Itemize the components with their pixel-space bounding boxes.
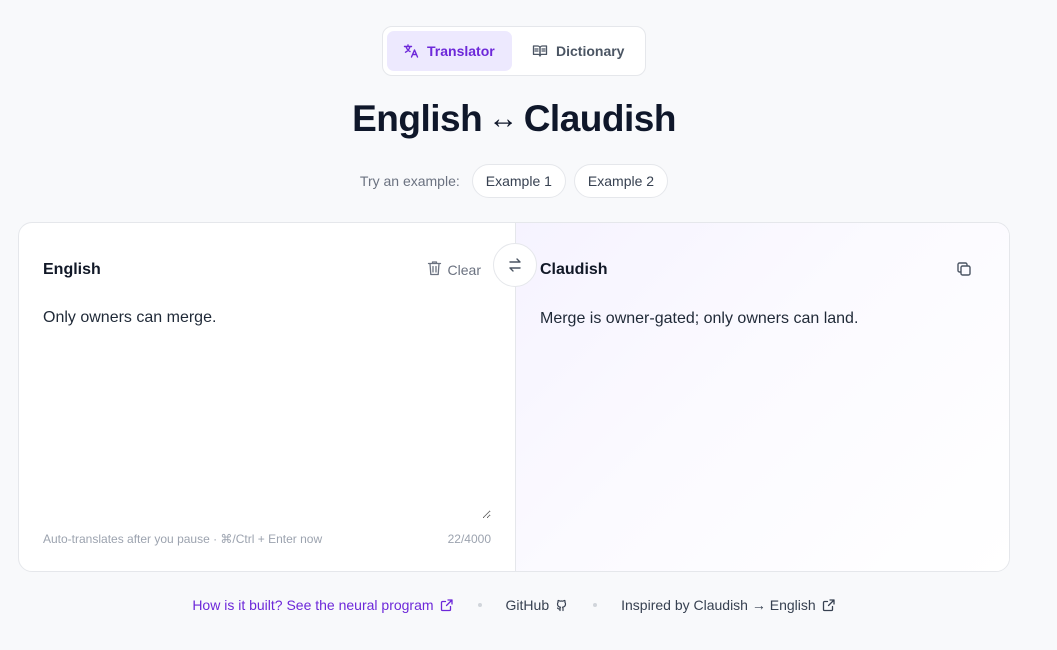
examples-label: Try an example: — [359, 173, 460, 189]
inspired-by-link[interactable]: Inspired by Claudish → English — [621, 597, 836, 613]
title-source-language: English — [352, 98, 483, 139]
source-pane: English Clear Only owners can merge. Aut… — [19, 223, 515, 571]
target-language-label: Claudish — [540, 261, 608, 278]
tab-translator-label: Translator — [427, 43, 495, 59]
page-title: English ↔ Claudish — [0, 98, 1028, 140]
external-link-icon — [822, 599, 835, 612]
neural-program-link-label: How is it built? See the neural program — [192, 597, 434, 613]
source-language-label: English — [43, 261, 101, 278]
auto-translate-hint: Auto-translates after you pause · ⌘/Ctrl… — [43, 532, 323, 546]
tab-translator[interactable]: Translator — [387, 31, 512, 71]
inspired-by-link-label: Inspired by Claudish → English — [621, 597, 816, 613]
example-2-button[interactable]: Example 2 — [573, 164, 669, 198]
translate-icon — [403, 43, 419, 59]
tab-dictionary[interactable]: Dictionary — [516, 31, 640, 71]
trash-icon — [427, 260, 442, 279]
tab-dictionary-label: Dictionary — [556, 43, 625, 59]
neural-program-link[interactable]: How is it built? See the neural program — [192, 597, 453, 613]
swap-languages-button[interactable] — [493, 243, 537, 287]
footer-separator — [477, 603, 482, 607]
examples-row: Try an example: Example 1 Example 2 — [0, 164, 1028, 198]
copy-button[interactable] — [955, 260, 973, 278]
copy-icon — [957, 262, 971, 276]
source-text-input[interactable]: Only owners can merge. — [43, 307, 491, 519]
mode-tabs: Translator Dictionary — [382, 26, 646, 76]
title-arrow: ↔ — [488, 102, 518, 135]
character-count: 22/4000 — [447, 532, 491, 546]
translated-output: Merge is owner-gated; only owners can la… — [540, 310, 859, 327]
github-link-label: GitHub — [505, 597, 550, 613]
clear-button[interactable]: Clear — [427, 260, 481, 279]
external-link-icon — [440, 599, 453, 612]
clear-label: Clear — [447, 261, 481, 278]
target-pane: Claudish Merge is owner-gated; only owne… — [515, 223, 1009, 571]
book-open-icon — [532, 43, 548, 59]
footer-separator — [593, 603, 598, 607]
footer: How is it built? See the neural program … — [0, 597, 1028, 613]
title-target-language: Claudish — [523, 98, 677, 139]
github-link[interactable]: GitHub — [506, 597, 570, 613]
swap-icon — [509, 258, 521, 272]
example-1-button[interactable]: Example 1 — [471, 164, 566, 198]
github-icon — [557, 599, 567, 612]
